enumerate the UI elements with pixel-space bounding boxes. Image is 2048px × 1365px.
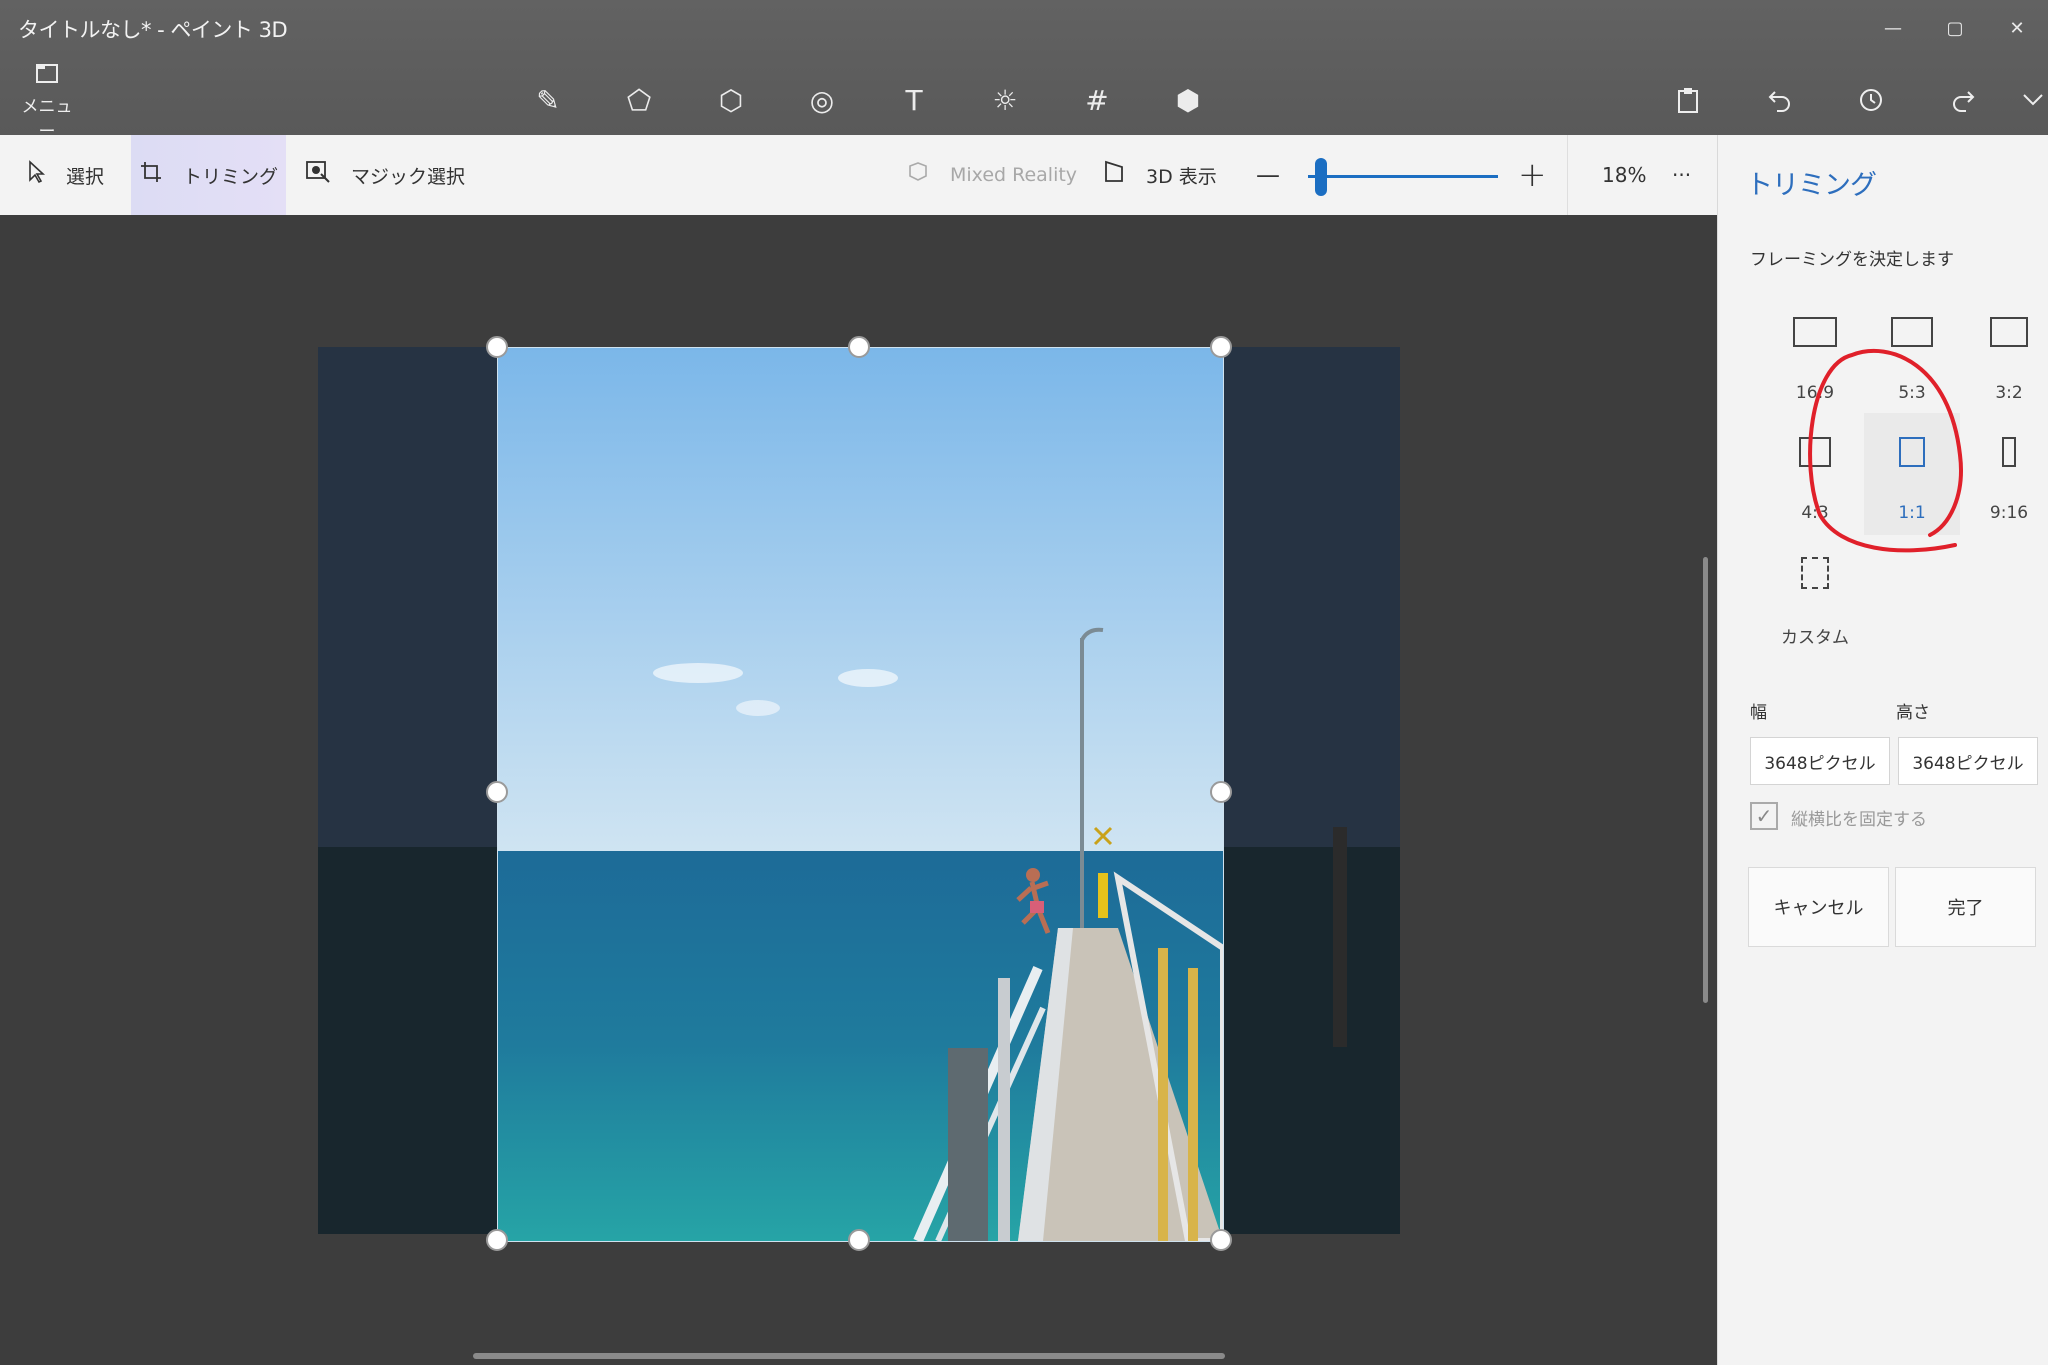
- expand-icon[interactable]: [2010, 78, 2048, 122]
- panel-subtitle: フレーミングを決定します: [1750, 250, 1954, 270]
- ratio-label: 1:1: [1898, 503, 1926, 523]
- vertical-scrollbar[interactable]: [1703, 557, 1708, 1003]
- ratio-16-9-icon: [1793, 317, 1837, 347]
- view-3d-label: 3D 表示: [1146, 165, 1217, 188]
- stickers-icon[interactable]: ◎: [799, 78, 845, 122]
- magic-select-button[interactable]: マジック選択: [305, 135, 465, 215]
- zoom-out-button[interactable]: —: [1256, 135, 1280, 215]
- effects-icon[interactable]: ☼: [982, 78, 1028, 122]
- custom-ratio-icon: [1801, 557, 1829, 589]
- more-button[interactable]: ···: [1672, 135, 1691, 215]
- ratio-label: カスタム: [1781, 628, 1849, 648]
- lock-ratio-checkbox[interactable]: ✓: [1750, 802, 1778, 830]
- ratio-4-3-icon: [1799, 437, 1831, 467]
- crop-handle-left[interactable]: [486, 781, 508, 803]
- toolbar-divider: [1567, 135, 1568, 215]
- width-label: 幅: [1750, 703, 1767, 723]
- undo-icon[interactable]: [1757, 78, 1803, 122]
- crop-handle-bottom-right[interactable]: [1210, 1229, 1232, 1251]
- cancel-button[interactable]: キャンセル: [1748, 867, 1889, 947]
- minimize-button[interactable]: —: [1862, 0, 1924, 56]
- mixed-reality-label: Mixed Reality: [950, 164, 1078, 186]
- ratio-9-16[interactable]: 9:16: [1961, 425, 2048, 535]
- zoom-in-button[interactable]: +: [1518, 135, 1547, 215]
- crop-handle-bottom-left[interactable]: [486, 1229, 508, 1251]
- window-title: タイトルなし* - ペイント 3D: [18, 18, 288, 42]
- crop-handle-top[interactable]: [848, 336, 870, 358]
- select-label: 選択: [65, 165, 104, 188]
- ratio-label: 5:3: [1898, 383, 1926, 403]
- close-button[interactable]: ✕: [1986, 0, 2048, 56]
- view-3d-button[interactable]: 3D 表示: [1102, 135, 1217, 215]
- text-icon[interactable]: T: [891, 78, 937, 122]
- horizontal-scrollbar[interactable]: [473, 1353, 1225, 1359]
- panel-title: トリミング: [1746, 170, 1877, 201]
- 2d-shapes-icon[interactable]: ⬠: [616, 78, 662, 122]
- brushes-icon[interactable]: ✎: [525, 78, 571, 122]
- title-bar: タイトルなし* - ペイント 3D — ▢ ✕ メニュー ✎ ⬠ ⬡ ◎ T ☼…: [0, 0, 2048, 142]
- 3d-library-icon[interactable]: ⬢: [1165, 78, 1211, 122]
- crop-handle-right[interactable]: [1210, 781, 1232, 803]
- canvas-icon[interactable]: #: [1074, 78, 1120, 122]
- ratio-16-9[interactable]: 16:9: [1767, 305, 1863, 415]
- main-tools: ✎ ⬠ ⬡ ◎ T ☼ # ⬢: [0, 78, 2048, 122]
- crop-panel: トリミング フレーミングを決定します 16:9 5:3 3:2 4:3 1:1 …: [1717, 135, 2048, 1365]
- ratio-label: 3:2: [1995, 383, 2023, 403]
- ratio-4-3[interactable]: 4:3: [1767, 425, 1863, 535]
- width-field[interactable]: 3648ピクセル: [1750, 737, 1890, 785]
- window-controls: — ▢ ✕: [1862, 0, 2048, 56]
- height-label: 高さ: [1896, 703, 1930, 723]
- mixed-reality-icon: [906, 160, 930, 190]
- 3d-shapes-icon[interactable]: ⬡: [708, 78, 754, 122]
- ratio-label: 9:16: [1989, 503, 2029, 523]
- crop-label: トリミング: [182, 165, 278, 188]
- ratio-3-2[interactable]: 3:2: [1961, 305, 2048, 415]
- crop-handle-bottom[interactable]: [848, 1229, 870, 1251]
- zoom-slider-thumb[interactable]: [1315, 158, 1327, 196]
- lock-ratio-label: 縦横比を固定する: [1791, 810, 1927, 830]
- select-button[interactable]: 選択: [0, 135, 130, 215]
- zoom-value[interactable]: 18%: [1602, 135, 1646, 215]
- crop-handle-top-left[interactable]: [486, 336, 508, 358]
- crop-icon: [139, 160, 163, 190]
- crop-photo[interactable]: [497, 347, 1224, 1242]
- mixed-reality-button[interactable]: Mixed Reality: [906, 135, 1077, 215]
- crop-handle-top-right[interactable]: [1210, 336, 1232, 358]
- ratio-label: 16:9: [1795, 383, 1835, 403]
- paste-icon[interactable]: [1665, 78, 1711, 122]
- crop-button[interactable]: トリミング: [131, 135, 286, 215]
- ratio-9-16-icon: [2002, 437, 2016, 467]
- height-field[interactable]: 3648ピクセル: [1898, 737, 2038, 785]
- redo-icon[interactable]: [1940, 78, 1986, 122]
- history-icon[interactable]: [1848, 78, 1894, 122]
- ratio-5-3[interactable]: 5:3: [1864, 305, 1960, 415]
- magic-select-icon: [305, 160, 331, 190]
- ratio-3-2-icon: [1990, 317, 2028, 347]
- ratio-5-3-icon: [1891, 317, 1933, 347]
- ratio-label: 4:3: [1801, 503, 1829, 523]
- ratio-1-1-icon: [1899, 437, 1925, 467]
- done-button[interactable]: 完了: [1895, 867, 2036, 947]
- restore-button[interactable]: ▢: [1924, 0, 1986, 56]
- magic-select-label: マジック選択: [351, 165, 466, 188]
- zoom-slider-track[interactable]: [1308, 175, 1498, 178]
- ratio-custom[interactable]: カスタム: [1767, 545, 1863, 655]
- cursor-icon: [26, 160, 46, 190]
- 3d-view-icon: [1102, 159, 1126, 191]
- ratio-1-1[interactable]: 1:1: [1864, 413, 1960, 535]
